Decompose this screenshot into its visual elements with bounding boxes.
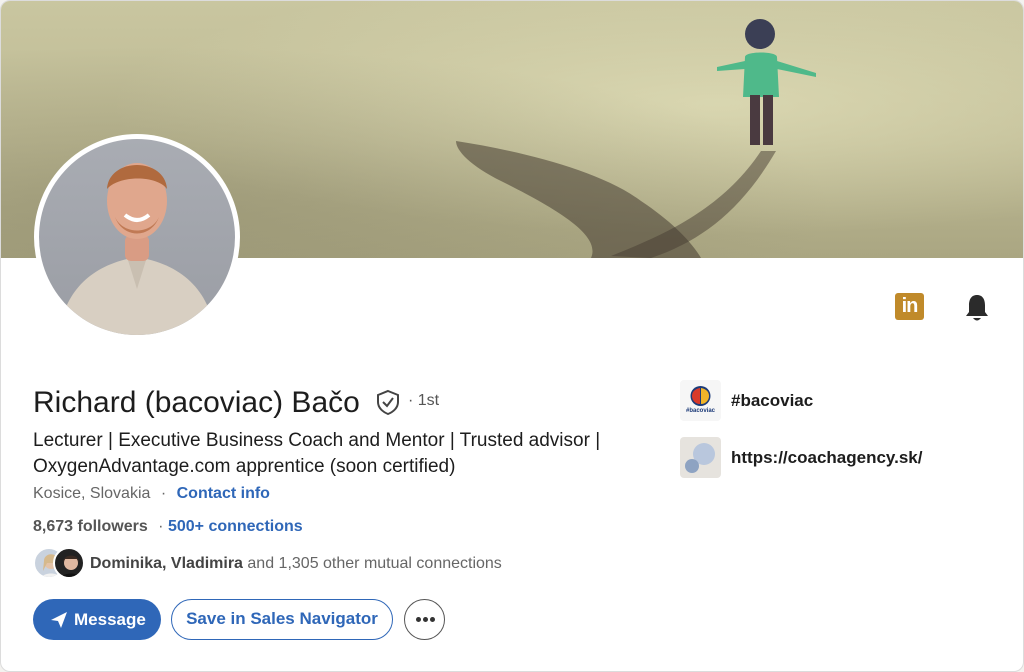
more-dot (423, 617, 428, 622)
profile-card: in Richard (bacoviac) Bačo · 1st Lecture… (0, 0, 1024, 672)
save-in-sales-navigator-button[interactable]: Save in Sales Navigator (171, 599, 393, 640)
mutual-avatar-vladimira (53, 547, 85, 579)
more-dot (430, 617, 435, 622)
avatar (39, 139, 235, 335)
coachagency-logo (680, 437, 721, 478)
mutual-comma: , (162, 555, 167, 572)
more-actions-button[interactable] (404, 599, 445, 640)
profile-name: Richard (bacoviac) Bačo (33, 386, 360, 419)
linkedin-icon[interactable]: in (895, 293, 924, 320)
followers-count: 8,673 followers (33, 518, 148, 535)
separator: · (160, 485, 167, 502)
location-row: Kosice, Slovakia · Contact info (33, 484, 270, 504)
more-dot (416, 617, 421, 622)
connection-degree: · 1st (408, 392, 440, 409)
send-icon (51, 612, 67, 628)
bacoviac-logo: #bacoviac (680, 380, 721, 421)
counts-row: 8,673 followers · 500+ connections (33, 517, 303, 537)
separator: · (158, 518, 164, 535)
bell-icon[interactable] (963, 293, 991, 323)
mutual-rest: and 1,305 other mutual connections (247, 555, 502, 572)
location-text: Kosice, Slovakia (33, 485, 151, 502)
side-link-bacoviac-label: #bacoviac (731, 391, 814, 410)
side-link-coachagency-label: https://coachagency.sk/ (731, 448, 923, 467)
mutual-name-1: Dominika (90, 555, 163, 572)
verified-shield-icon[interactable] (375, 389, 401, 415)
connections-link[interactable]: 500+ connections (168, 518, 303, 535)
profile-headline: Lecturer | Executive Business Coach and … (33, 430, 601, 477)
message-button[interactable]: Message (33, 599, 161, 640)
mutual-name-2: Vladimira (170, 555, 243, 572)
message-button-label: Message (74, 610, 146, 629)
contact-info-link[interactable]: Contact info (177, 485, 270, 502)
profile-photo[interactable] (34, 134, 240, 340)
mutual-connections-text: Dominika, Vladimira and 1,305 other mutu… (90, 554, 502, 574)
bacoviac-logo-text: #bacoviac (685, 408, 716, 414)
